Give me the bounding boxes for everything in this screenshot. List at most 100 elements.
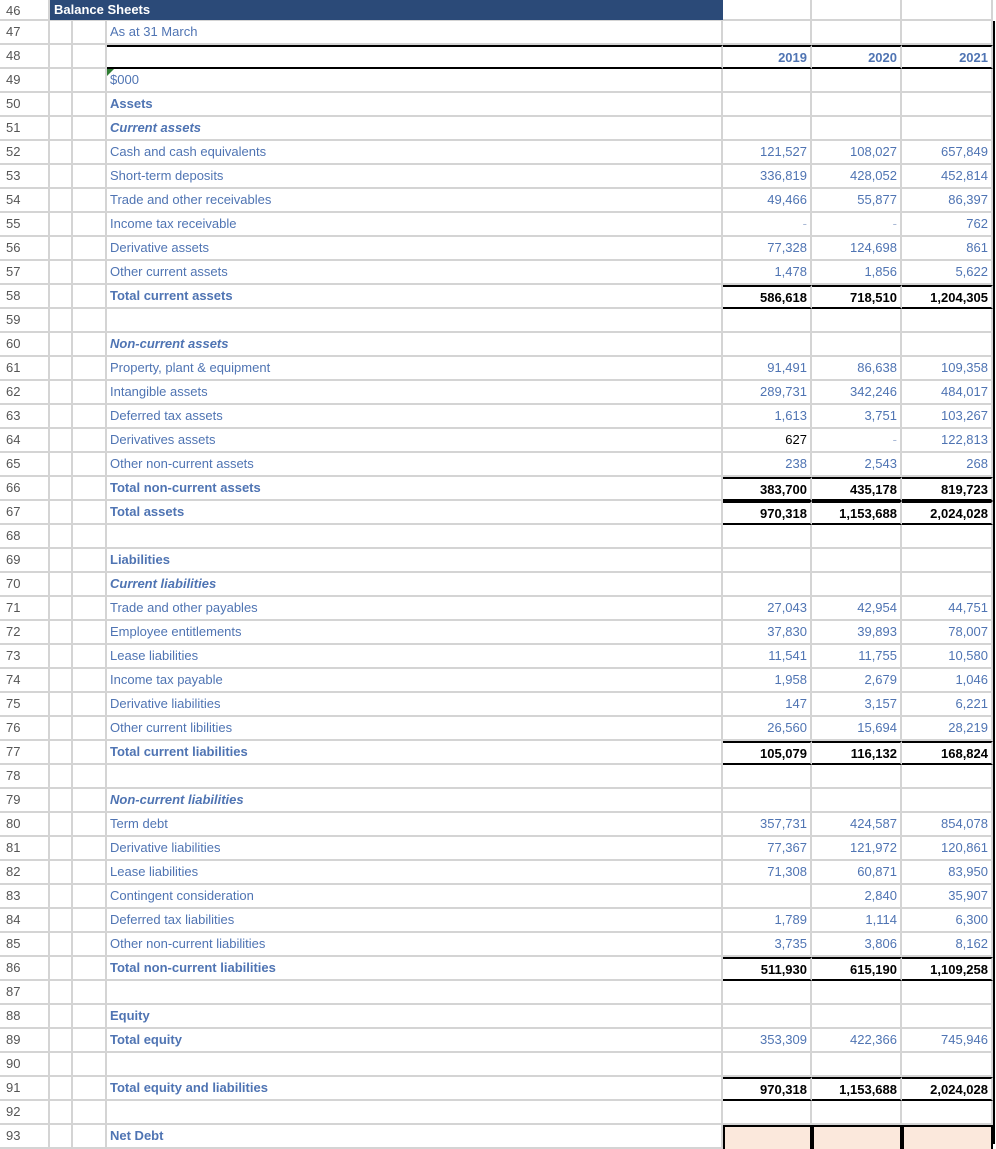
row-label[interactable]: Current liabilities [107,573,723,597]
value-cell[interactable]: 336,819 [723,165,812,189]
row-label[interactable]: Lease liabilities [107,861,723,885]
value-cell[interactable]: 15,694 [812,717,902,741]
cell-b[interactable] [73,21,107,45]
row-label[interactable]: Derivative liabilities [107,837,723,861]
row-header[interactable]: 47 [0,21,50,45]
value-cell[interactable]: 60,871 [812,861,902,885]
cell-a[interactable] [50,885,73,909]
cell-b[interactable] [73,837,107,861]
value-cell[interactable]: 8,162 [902,933,993,957]
cell-b[interactable] [73,309,107,333]
cell-a[interactable] [50,501,73,525]
row-header[interactable]: 73 [0,645,50,669]
value-cell[interactable] [723,21,812,45]
value-cell[interactable]: 39,893 [812,621,902,645]
row-label[interactable]: Non-current liabilities [107,789,723,813]
cell-a[interactable] [50,741,73,765]
value-cell[interactable]: 37,830 [723,621,812,645]
cell-b[interactable] [73,525,107,549]
cell-a[interactable] [50,333,73,357]
value-cell[interactable]: 122,813 [902,429,993,453]
cell-a[interactable] [50,285,73,309]
value-cell[interactable] [812,1101,902,1125]
row-header[interactable]: 51 [0,117,50,141]
row-header[interactable]: 72 [0,621,50,645]
value-cell[interactable] [902,117,993,141]
cell-a[interactable] [50,837,73,861]
value-cell[interactable] [812,93,902,117]
value-cell[interactable]: 435,178 [812,477,902,501]
cell-b[interactable] [73,1053,107,1077]
value-cell[interactable]: 970,318 [723,1077,812,1101]
row-header[interactable]: 58 [0,285,50,309]
row-label[interactable]: Net Debt [107,1125,723,1149]
value-cell[interactable] [902,1101,993,1125]
value-cell[interactable]: 2,543 [812,453,902,477]
cell-b[interactable] [73,333,107,357]
cell-a[interactable] [50,93,73,117]
unit-label[interactable]: $000 [107,69,723,93]
row-header[interactable]: 61 [0,357,50,381]
value-cell[interactable]: - [723,213,812,237]
value-cell[interactable]: 353,309 [723,1029,812,1053]
value-cell[interactable] [723,333,812,357]
year-header[interactable]: 2021 [902,45,993,69]
value-cell[interactable]: - [812,429,902,453]
value-cell[interactable]: 484,017 [902,381,993,405]
value-cell[interactable]: 2,679 [812,669,902,693]
value-cell[interactable]: 627 [723,429,812,453]
value-cell[interactable]: 357,731 [723,813,812,837]
cell-a[interactable] [50,405,73,429]
row-header[interactable]: 50 [0,93,50,117]
row-header[interactable]: 83 [0,885,50,909]
value-cell[interactable]: 10,580 [902,645,993,669]
value-cell[interactable]: 168,824 [902,741,993,765]
row-label[interactable]: Liabilities [107,549,723,573]
value-cell[interactable]: 28,219 [902,717,993,741]
row-header[interactable]: 85 [0,933,50,957]
value-cell[interactable]: 147 [723,693,812,717]
row-header[interactable]: 69 [0,549,50,573]
row-label[interactable]: Other non-current assets [107,453,723,477]
row-label[interactable] [107,981,723,1005]
value-cell[interactable] [812,573,902,597]
cell-b[interactable] [73,477,107,501]
value-cell[interactable] [902,0,993,21]
value-cell[interactable]: 86,638 [812,357,902,381]
value-cell[interactable]: 422,366 [812,1029,902,1053]
row-label[interactable]: Trade and other payables [107,597,723,621]
row-header[interactable]: 54 [0,189,50,213]
row-header[interactable]: 55 [0,213,50,237]
value-cell[interactable]: 1,856 [812,261,902,285]
row-header[interactable]: 53 [0,165,50,189]
value-cell[interactable]: 120,861 [902,837,993,861]
row-label[interactable]: Intangible assets [107,381,723,405]
cell-a[interactable] [50,957,73,981]
row-header[interactable]: 81 [0,837,50,861]
value-cell[interactable] [723,789,812,813]
cell-b[interactable] [73,573,107,597]
cell-a[interactable] [50,861,73,885]
value-cell[interactable] [812,1125,902,1149]
value-cell[interactable] [812,765,902,789]
value-cell[interactable]: 3,735 [723,933,812,957]
value-cell[interactable]: 2,024,028 [902,501,993,525]
row-header[interactable]: 86 [0,957,50,981]
value-cell[interactable]: 91,491 [723,357,812,381]
cell-a[interactable] [50,813,73,837]
row-header[interactable]: 90 [0,1053,50,1077]
value-cell[interactable] [902,1125,993,1149]
cell-a[interactable] [50,309,73,333]
row-header[interactable]: 91 [0,1077,50,1101]
cell-a[interactable] [50,645,73,669]
cell-a[interactable] [50,909,73,933]
cell-b[interactable] [73,765,107,789]
cell-b[interactable] [73,237,107,261]
value-cell[interactable]: 1,153,688 [812,1077,902,1101]
row-label[interactable]: Total non-current assets [107,477,723,501]
cell-b[interactable] [73,381,107,405]
cell-b[interactable] [73,69,107,93]
cell-a[interactable] [50,789,73,813]
cell-a[interactable] [50,213,73,237]
value-cell[interactable]: 970,318 [723,501,812,525]
